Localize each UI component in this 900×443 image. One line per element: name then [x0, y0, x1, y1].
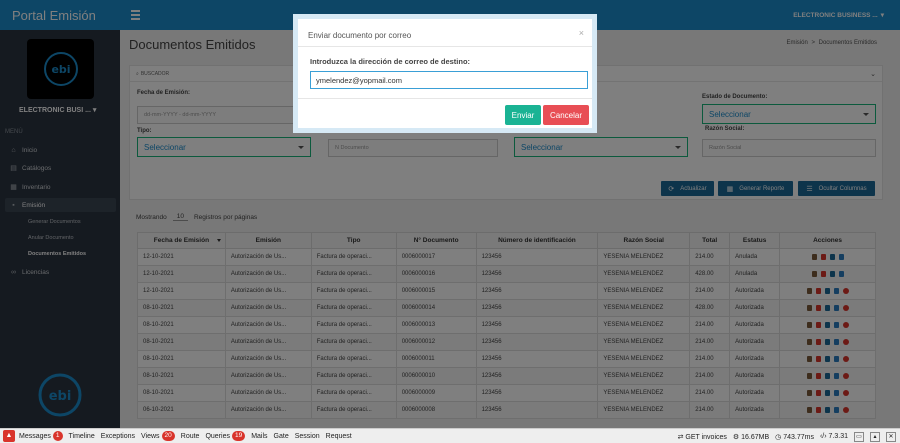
tab-views[interactable]: Views 20: [141, 431, 175, 441]
send-email-modal: Enviar documento por correo × Introduzca…: [293, 14, 597, 133]
debug-bar: ▲ Messages 1 Timeline Exceptions Views 20 …: [0, 428, 900, 443]
tab-timeline[interactable]: Timeline: [69, 433, 95, 440]
memory-usage: ⚙ 16.67MB: [733, 433, 769, 441]
debugbar-stats: ⇄ GET invoices ⚙ 16.67MB ◷ 743.77ms ‹/› …: [678, 429, 896, 443]
request-info-label: GET invoices: [685, 433, 727, 441]
tab-route[interactable]: Route: [181, 433, 200, 440]
modal-title: Enviar documento por correo: [308, 31, 412, 40]
php-version-label: 7.3.31: [828, 433, 848, 440]
tab-mails[interactable]: Mails: [251, 433, 267, 440]
email-label: Introduzca la dirección de correo de des…: [310, 57, 471, 66]
count-badge: 1: [52, 431, 63, 441]
close-debugbar-icon[interactable]: ✕: [886, 431, 896, 442]
cancel-button[interactable]: Cancelar: [543, 105, 589, 125]
request-time: ◷ 743.77ms: [775, 433, 814, 441]
code-icon: ‹/›: [819, 433, 829, 440]
request-info[interactable]: ⇄ GET invoices: [678, 433, 727, 441]
time-label: 743.77ms: [783, 433, 814, 441]
cogs-icon: ⚙: [732, 433, 742, 441]
clock-icon: ◷: [775, 433, 784, 441]
debugbar-logo-icon[interactable]: ▲: [3, 430, 15, 442]
modal-footer-divider: [298, 98, 592, 99]
close-icon[interactable]: ×: [579, 28, 584, 38]
email-field[interactable]: [310, 71, 588, 89]
tab-request[interactable]: Request: [326, 433, 352, 440]
chevron-up-icon[interactable]: ▴: [870, 431, 880, 442]
window-icon[interactable]: ▭: [854, 431, 864, 442]
tab-session[interactable]: Session: [295, 433, 320, 440]
tab-exceptions[interactable]: Exceptions: [101, 433, 135, 440]
tab-gate[interactable]: Gate: [274, 433, 289, 440]
tab-queries[interactable]: Queries 19: [205, 431, 246, 441]
tab-label: Views: [140, 432, 160, 440]
tab-label: Messages: [19, 432, 51, 440]
send-button[interactable]: Enviar: [505, 105, 541, 125]
modal-divider: [298, 46, 592, 47]
php-version: ‹/› 7.3.31: [820, 433, 848, 440]
memory-label: 16.67MB: [741, 433, 770, 441]
tab-messages[interactable]: Messages 1: [19, 431, 63, 441]
count-badge: 20: [161, 431, 175, 441]
tab-label: Queries: [205, 432, 230, 440]
count-badge: 19: [231, 431, 246, 441]
